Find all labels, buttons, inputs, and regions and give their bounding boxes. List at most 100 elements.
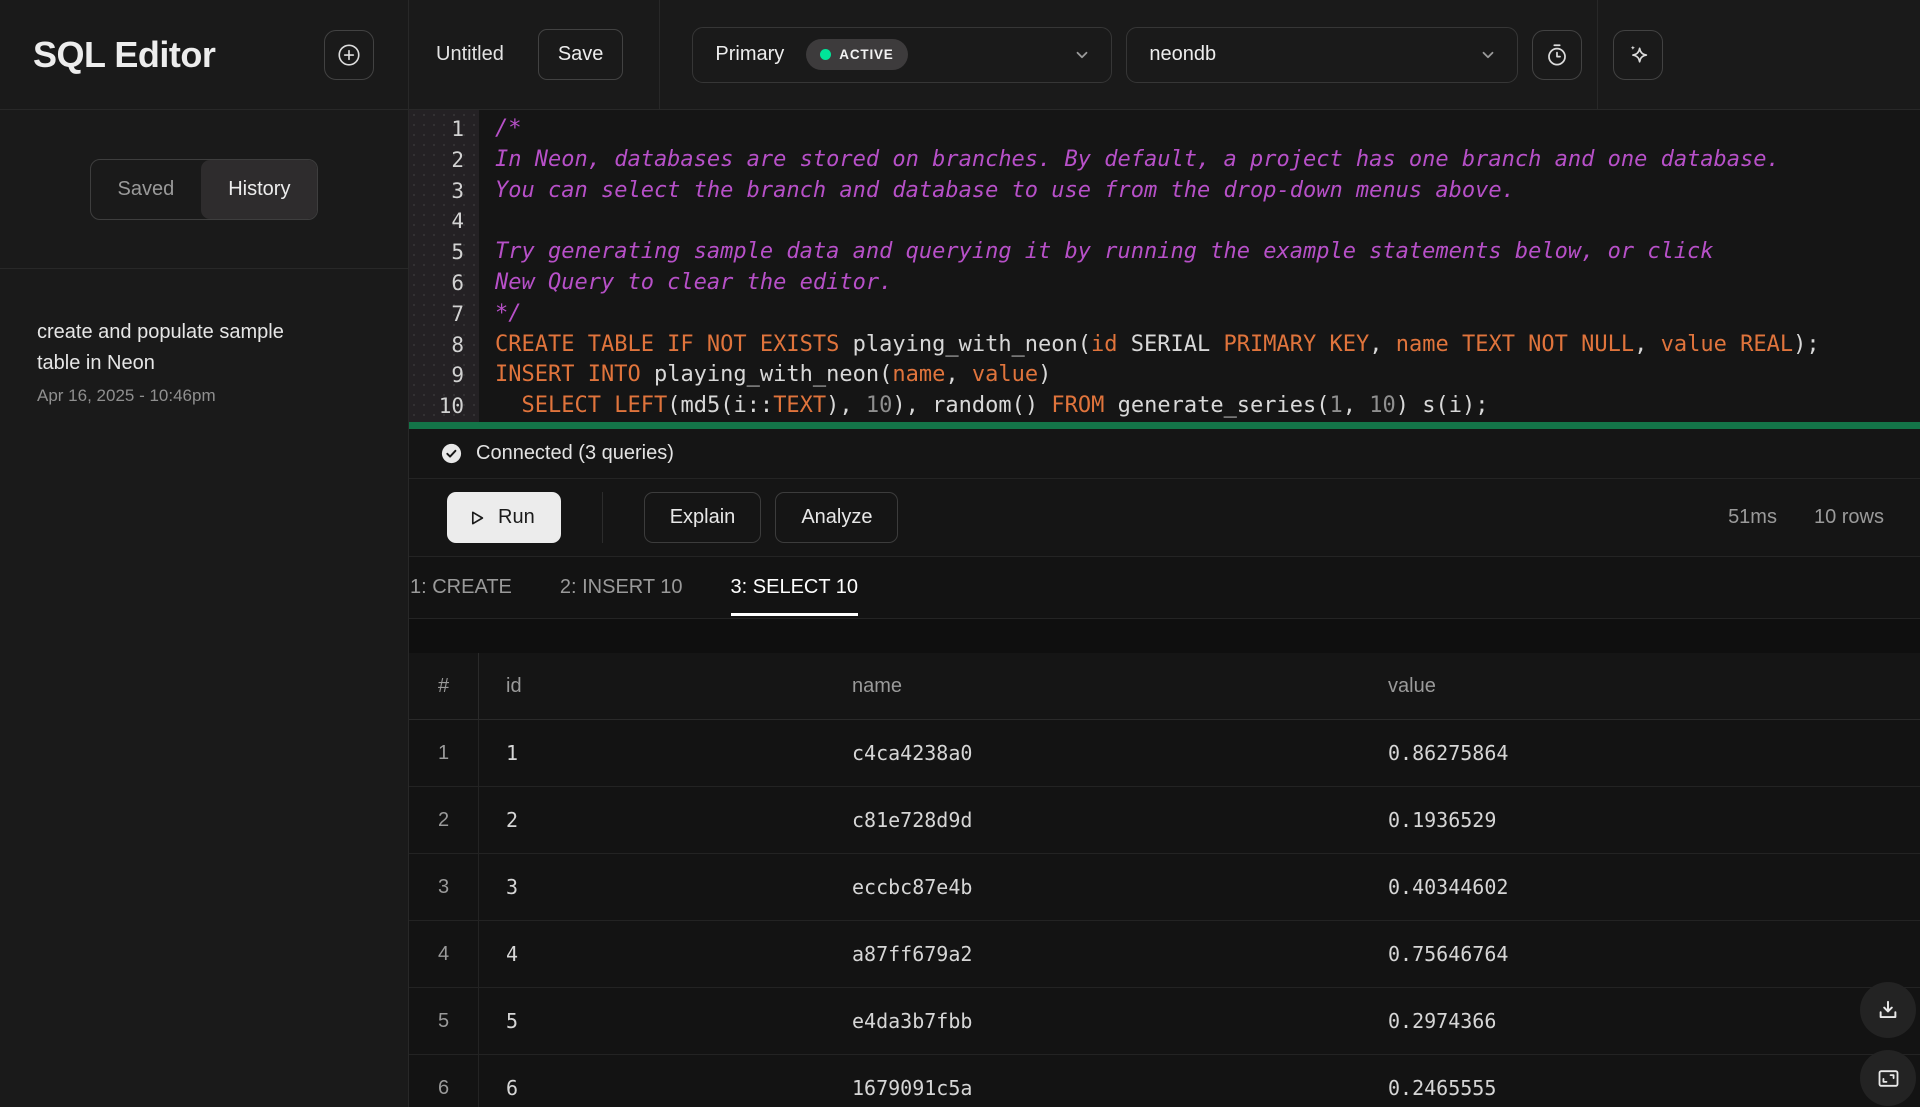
history-item[interactable]: create and populate sample table in Neon… — [37, 317, 372, 406]
code-token: You can select the branch and database t… — [495, 178, 1515, 203]
run-button[interactable]: Run — [447, 492, 561, 543]
sql-editor-app: SQL Editor Saved History create and popu… — [0, 0, 1920, 1107]
new-query-button[interactable] — [324, 30, 374, 80]
table-row[interactable]: 11c4ca4238a00.86275864 — [409, 720, 1920, 787]
main-panel: Untitled Save Primary ACTIVE neondb — [409, 0, 1920, 1107]
branch-selector[interactable]: Primary ACTIVE — [692, 27, 1112, 83]
table-row[interactable]: 44a87ff679a20.75646764 — [409, 921, 1920, 988]
result-tab-1-create[interactable]: 1: CREATE — [410, 557, 512, 618]
value-cell: 0.1936529 — [1361, 787, 1920, 853]
name-cell: eccbc87e4b — [825, 854, 1361, 920]
table-row[interactable]: 22c81e728d9d0.1936529 — [409, 787, 1920, 854]
results-table: # id name value 11c4ca4238a00.8627586422… — [409, 653, 1920, 1107]
code-token: 1 — [1330, 393, 1343, 418]
id-cell: 3 — [479, 854, 825, 920]
code-token: name — [1396, 332, 1449, 357]
code-token: playing_with_neon( — [839, 332, 1091, 357]
code-line[interactable]: /* — [495, 114, 1920, 145]
analyze-button[interactable]: Analyze — [775, 492, 898, 543]
code-token: , — [1634, 332, 1661, 357]
code-line[interactable]: INSERT INTO playing_with_neon(name, valu… — [495, 360, 1920, 391]
line-number: 5 — [409, 237, 479, 268]
code-token: PRIMARY KEY — [1224, 332, 1370, 357]
id-cell: 4 — [479, 921, 825, 987]
check-circle-icon — [440, 442, 463, 465]
code-token: generate_series( — [1104, 393, 1329, 418]
query-history-time-button[interactable] — [1532, 30, 1582, 80]
code-token: ) s(i); — [1396, 393, 1489, 418]
code-line[interactable]: Try generating sample data and querying … — [495, 237, 1920, 268]
table-row[interactable]: 661679091c5a0.2465555 — [409, 1055, 1920, 1107]
value-cell: 0.86275864 — [1361, 720, 1920, 786]
row-number-cell: 6 — [409, 1055, 479, 1107]
export-results-button[interactable] — [1860, 982, 1916, 1038]
code-token: Try generating sample data and querying … — [495, 239, 1714, 264]
code-line[interactable]: */ — [495, 299, 1920, 330]
result-tab-2-insert-10[interactable]: 2: INSERT 10 — [560, 557, 683, 618]
name-cell: c4ca4238a0 — [825, 720, 1361, 786]
sidebar-tabs-section: Saved History — [0, 110, 408, 269]
row-number-cell: 3 — [409, 854, 479, 920]
sidebar-tab-saved[interactable]: Saved — [91, 160, 202, 219]
branch-status-badge: ACTIVE — [806, 39, 907, 70]
chevron-down-icon — [1073, 46, 1091, 64]
result-tabs: 1: CREATE 2: INSERT 10 3: SELECT 10 — [409, 556, 1920, 619]
code-line[interactable] — [495, 206, 1920, 237]
history-item-timestamp: Apr 16, 2025 - 10:46pm — [37, 386, 372, 406]
topbar-divider — [659, 0, 660, 109]
code-line[interactable]: New Query to clear the editor. — [495, 268, 1920, 299]
page-title: SQL Editor — [33, 34, 215, 76]
topbar: Untitled Save Primary ACTIVE neondb — [409, 0, 1920, 110]
ai-assist-button[interactable] — [1613, 30, 1663, 80]
code-token: value — [972, 362, 1038, 387]
download-icon — [1875, 997, 1901, 1023]
history-list: create and populate sample table in Neon… — [0, 269, 408, 406]
row-number-cell: 5 — [409, 988, 479, 1054]
code-line[interactable]: CREATE TABLE IF NOT EXISTS playing_with_… — [495, 330, 1920, 361]
line-number: 3 — [409, 176, 479, 207]
code-token — [495, 393, 522, 418]
sidebar-tab-history[interactable]: History — [201, 160, 317, 219]
code-token: name — [892, 362, 945, 387]
name-cell: 1679091c5a — [825, 1055, 1361, 1107]
branch-status-label: ACTIVE — [839, 47, 893, 62]
line-number: 1 — [409, 114, 479, 145]
line-number: 7 — [409, 299, 479, 330]
code-token: INSERT INTO — [495, 362, 641, 387]
expand-results-button[interactable] — [1860, 1050, 1916, 1106]
code-token: In Neon, databases are stored on branche… — [495, 147, 1780, 172]
line-number: 6 — [409, 268, 479, 299]
database-name: neondb — [1149, 43, 1216, 66]
editor-code[interactable]: /*In Neon, databases are stored on branc… — [479, 110, 1920, 422]
code-token: ), — [826, 393, 866, 418]
code-token — [601, 393, 614, 418]
code-line[interactable]: In Neon, databases are stored on branche… — [495, 145, 1920, 176]
row-number-cell: 1 — [409, 720, 479, 786]
sparkles-icon — [1625, 41, 1652, 68]
code-line[interactable]: SELECT LEFT(md5(i::TEXT), 10), random() … — [495, 391, 1920, 422]
code-token: */ — [495, 301, 522, 326]
code-token: TEXT NOT NULL — [1462, 332, 1634, 357]
code-token: value — [1661, 332, 1727, 357]
code-token: ) — [1038, 362, 1051, 387]
result-tab-3-select-10[interactable]: 3: SELECT 10 — [731, 557, 858, 618]
save-button[interactable]: Save — [538, 29, 624, 80]
column-header-name: name — [825, 653, 1361, 719]
table-row[interactable]: 33eccbc87e4b0.40344602 — [409, 854, 1920, 921]
id-cell: 5 — [479, 988, 825, 1054]
topbar-divider — [1597, 0, 1598, 109]
code-line[interactable]: You can select the branch and database t… — [495, 176, 1920, 207]
name-cell: c81e728d9d — [825, 787, 1361, 853]
column-header-row-number: # — [409, 653, 479, 719]
query-row-count: 10 rows — [1814, 506, 1884, 529]
fullscreen-icon — [1875, 1065, 1902, 1092]
code-token: , — [1343, 393, 1370, 418]
explain-button[interactable]: Explain — [644, 492, 762, 543]
table-row[interactable]: 55e4da3b7fbb0.2974366 — [409, 988, 1920, 1055]
code-token: 10 — [866, 393, 893, 418]
line-number: 8 — [409, 330, 479, 361]
database-selector[interactable]: neondb — [1126, 27, 1518, 83]
value-cell: 0.2974366 — [1361, 988, 1920, 1054]
query-file-name[interactable]: Untitled — [436, 43, 504, 66]
connection-status-row: Connected (3 queries) — [409, 429, 1920, 479]
